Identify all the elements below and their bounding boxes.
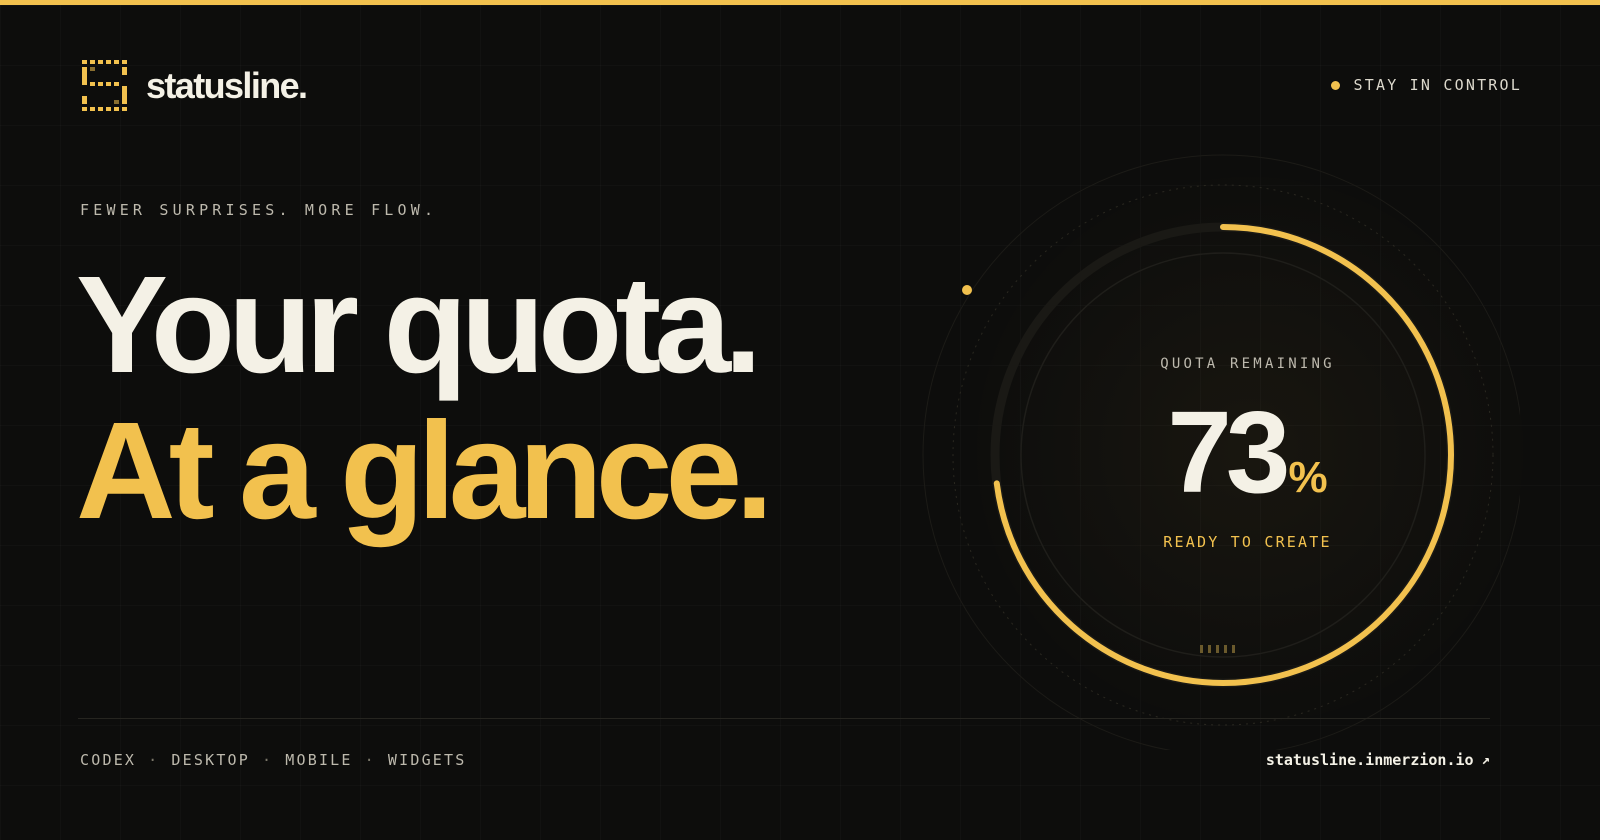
platform-mobile: MOBILE	[285, 751, 353, 769]
hero-eyebrow: FEWER SURPRISES. MORE FLOW.	[80, 201, 438, 219]
platform-codex: CODEX	[80, 751, 137, 769]
platform-separator: ·	[364, 751, 376, 769]
quota-remaining-label: QUOTA REMAINING	[1160, 356, 1335, 372]
platform-separator: ·	[262, 751, 274, 769]
platform-list: CODEX · DESKTOP · MOBILE · WIDGETS	[80, 751, 467, 769]
hero-headline: Your quota. At a glance.	[76, 248, 774, 548]
quota-percent-number: 73	[1167, 387, 1290, 517]
gauge-orbit-dot	[962, 285, 972, 295]
gauge-tick-marks	[1200, 645, 1235, 653]
stay-in-control-badge: STAY IN CONTROL	[1330, 76, 1522, 94]
footer-divider	[78, 718, 1490, 719]
headline-line-1: Your quota.	[76, 248, 762, 402]
headline-line-2: At a glance.	[76, 394, 774, 548]
quota-value: 73%	[1090, 392, 1405, 512]
site-url: statusline.inmerzion.io	[1265, 751, 1474, 769]
platform-separator: ·	[148, 751, 160, 769]
stay-in-control-label: STAY IN CONTROL	[1353, 76, 1522, 94]
status-dot-icon	[1330, 80, 1340, 90]
platform-widgets: WIDGETS	[387, 751, 467, 769]
grid-s-logo-icon	[82, 60, 127, 111]
platform-desktop: DESKTOP	[171, 751, 251, 769]
quota-status-label: READY TO CREATE	[1163, 533, 1332, 551]
external-arrow-icon: ↗	[1481, 752, 1490, 768]
site-link[interactable]: statusline.inmerzion.io ↗	[1266, 751, 1490, 769]
quota-percent-unit: %	[1288, 453, 1328, 502]
brand-name: statusline.	[146, 65, 308, 106]
brand-logo[interactable]: statusline.	[82, 60, 308, 112]
